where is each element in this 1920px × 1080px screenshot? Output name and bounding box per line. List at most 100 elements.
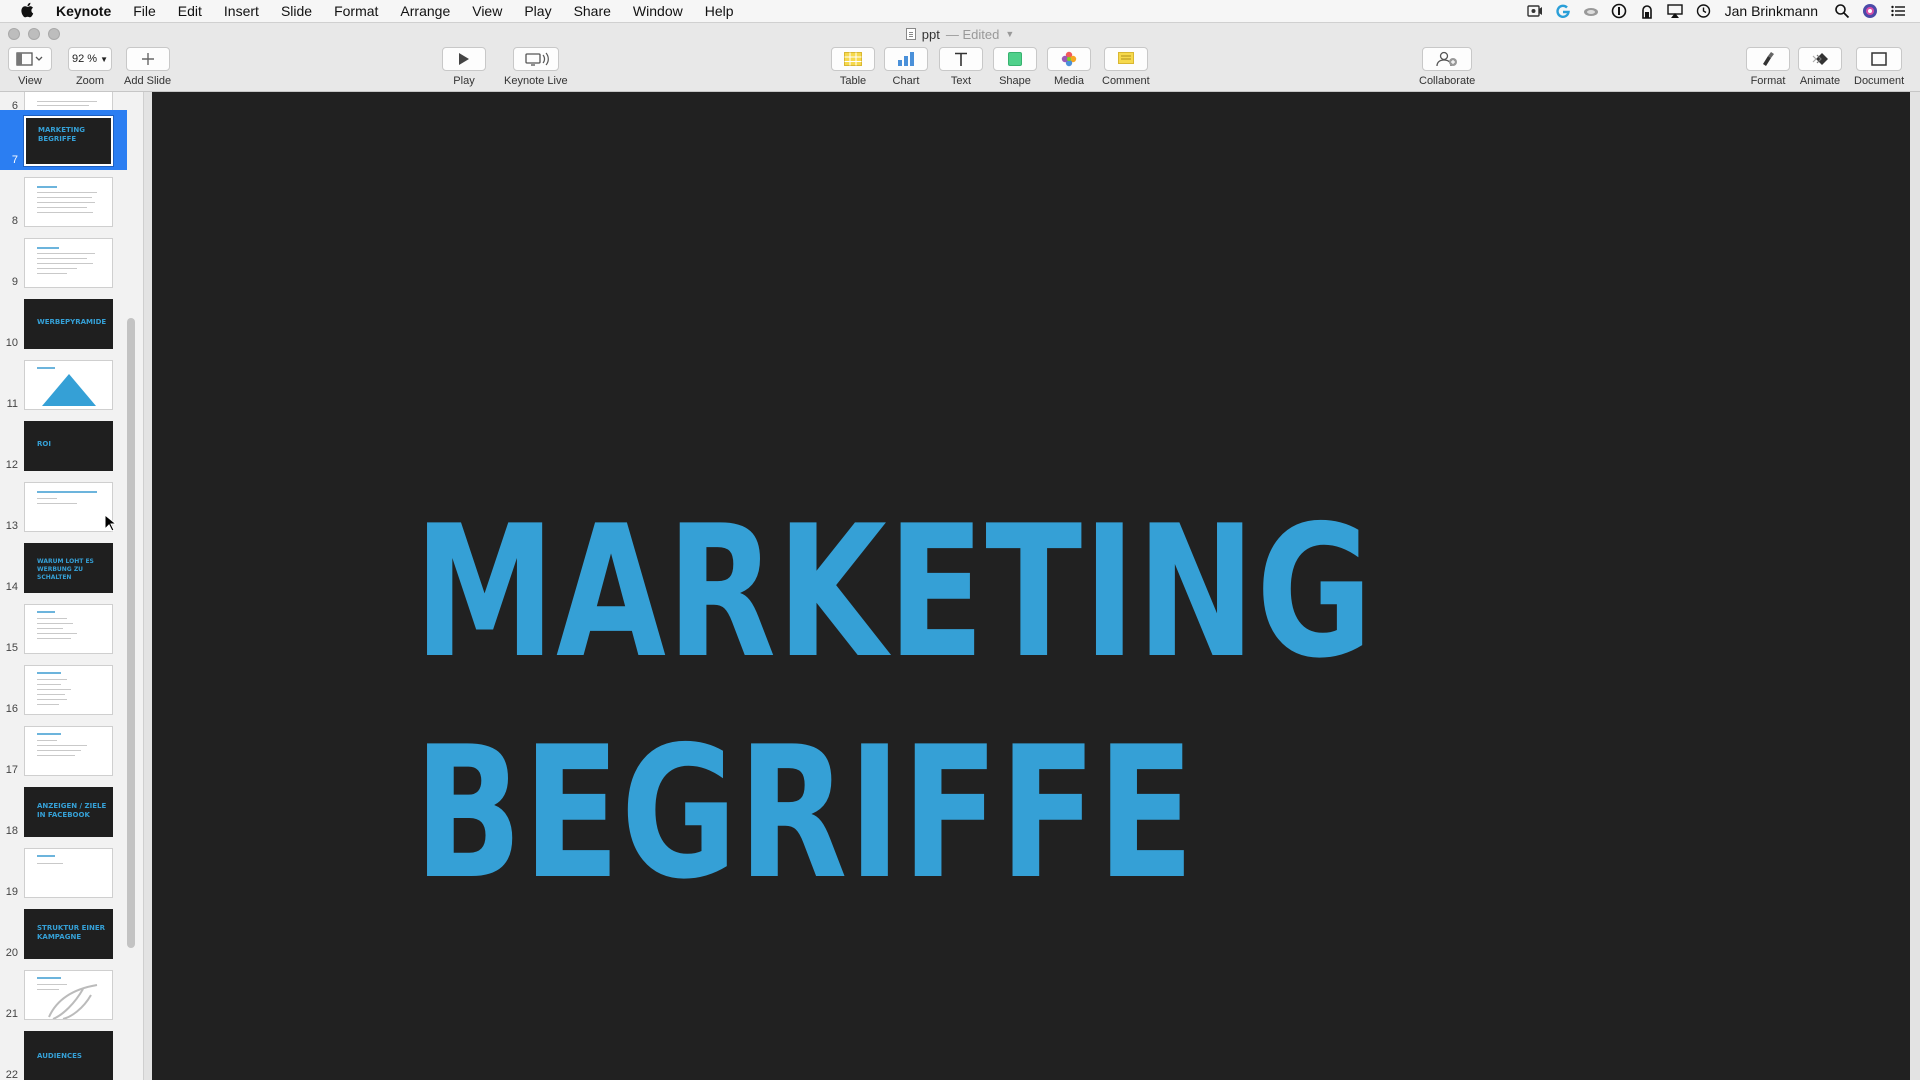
comment-label: Comment	[1102, 75, 1150, 87]
chart-control: Chart	[884, 47, 928, 87]
app-g-icon[interactable]	[1555, 3, 1571, 19]
slide-number: 11	[6, 398, 18, 410]
slide-thumbnail-10[interactable]: 10 WERBEPYRAMIDE	[0, 293, 127, 353]
document-title[interactable]: ppt — Edited ▼	[905, 26, 1015, 42]
play-control: Play	[442, 47, 486, 87]
user-name[interactable]: Jan Brinkmann	[1725, 3, 1818, 19]
table-button[interactable]	[831, 47, 875, 71]
slide-thumbnail-19[interactable]: 19	[0, 842, 127, 902]
navigator-scrollbar[interactable]	[127, 318, 135, 948]
collaborate-button[interactable]	[1422, 47, 1473, 71]
animate-button[interactable]	[1798, 47, 1842, 71]
spotlight-search-icon[interactable]	[1834, 3, 1850, 19]
slide-thumbnail-7[interactable]: 7 MARKETING BEGRIFFE	[0, 110, 127, 170]
slide-number: 16	[5, 703, 18, 715]
slide-thumbnail-20[interactable]: 20 STRUKTUR EINER KAMPAGNE	[0, 903, 127, 963]
media-button[interactable]	[1047, 47, 1091, 71]
shape-label: Shape	[999, 75, 1031, 87]
close-button[interactable]	[8, 28, 20, 40]
slide-preview	[24, 726, 113, 776]
notification-center-icon[interactable]	[1890, 3, 1906, 19]
table-label: Table	[839, 75, 867, 87]
text-button[interactable]	[939, 47, 983, 71]
slide-thumbnail-16[interactable]: 16	[0, 659, 127, 719]
menu-share[interactable]: Share	[574, 3, 611, 19]
view-button[interactable]	[8, 47, 52, 71]
media-icon	[1061, 51, 1077, 67]
slide-thumbnail-12[interactable]: 12 ROI	[0, 415, 127, 475]
slide-thumbnail-9[interactable]: 9	[0, 232, 127, 292]
comment-icon	[1117, 52, 1134, 64]
text-icon	[955, 52, 967, 66]
chart-button[interactable]	[884, 47, 928, 71]
comment-button[interactable]	[1103, 47, 1148, 71]
menu-arrange[interactable]: Arrange	[400, 3, 450, 19]
slide-number: 21	[5, 1008, 18, 1020]
slide-navigator[interactable]: 6 7 MARKETING BEGRIFFE 8 9 10 WERBEPYRAM…	[0, 92, 144, 1080]
slide-preview-title: ROI	[37, 440, 51, 448]
slide-thumbnail-15[interactable]: 15	[0, 598, 127, 658]
minimize-button[interactable]	[28, 28, 40, 40]
document-inspector-icon	[1871, 52, 1887, 66]
slide-preview: MARKETING BEGRIFFE	[23, 115, 114, 167]
shape-button[interactable]	[993, 47, 1037, 71]
slide-thumbnail-18[interactable]: 18 ANZEIGEN / ZIELE IN FACEBOOK	[0, 781, 127, 841]
watermark-logo	[48, 984, 98, 1019]
menu-slide[interactable]: Slide	[281, 3, 312, 19]
time-machine-icon[interactable]	[1695, 3, 1711, 19]
text-control: Text	[939, 47, 983, 87]
slide-title-text[interactable]: MARKETING BEGRIFFE	[414, 482, 1373, 924]
menu-edit[interactable]: Edit	[178, 3, 202, 19]
mouse-cursor-icon	[104, 514, 116, 532]
play-button[interactable]	[442, 47, 486, 71]
slide-preview	[24, 177, 113, 227]
airplay-icon[interactable]	[1666, 3, 1683, 19]
slide-preview-title: WARUM LOHT ES WERBUNG ZU SCHALTEN	[37, 558, 94, 581]
menu-view[interactable]: View	[472, 3, 502, 19]
menu-insert[interactable]: Insert	[224, 3, 259, 19]
document-status: — Edited	[945, 26, 1000, 42]
view-label: View	[18, 75, 42, 87]
pyramid-graphic	[42, 374, 96, 406]
menu-file[interactable]: File	[133, 3, 156, 19]
slide-thumbnail-8[interactable]: 8	[0, 171, 127, 231]
apple-icon[interactable]	[20, 2, 34, 18]
format-button[interactable]	[1746, 47, 1790, 71]
menu-window[interactable]: Window	[633, 3, 683, 19]
zoom-select[interactable]: 92 % ▼	[68, 47, 112, 71]
slide-thumbnail-14[interactable]: 14 WARUM LOHT ES WERBUNG ZU SCHALTEN	[0, 537, 127, 597]
shape-icon	[1008, 52, 1022, 66]
slide-canvas[interactable]: MARKETING BEGRIFFE	[152, 92, 1910, 1080]
slide-preview-title: STRUKTUR EINER KAMPAGNE	[37, 924, 106, 941]
add-slide-button[interactable]	[125, 47, 170, 71]
menu-help[interactable]: Help	[705, 3, 734, 19]
document-button[interactable]	[1856, 47, 1903, 71]
slide-canvas-area[interactable]: MARKETING BEGRIFFE	[144, 92, 1920, 1080]
keynote-live-button[interactable]	[512, 47, 559, 71]
lock-icon[interactable]	[1639, 3, 1655, 19]
cloud-icon[interactable]	[1583, 3, 1599, 19]
screen-record-icon[interactable]	[1526, 3, 1543, 19]
siri-icon[interactable]	[1862, 3, 1878, 19]
slide-number: 9	[11, 276, 18, 288]
slide-thumbnail-17[interactable]: 17	[0, 720, 127, 780]
onepassword-icon[interactable]	[1611, 3, 1627, 19]
menu-format[interactable]: Format	[334, 3, 378, 19]
slide-thumbnail-22[interactable]: 22 AUDIENCES	[0, 1025, 127, 1080]
menu-app-keynote[interactable]: Keynote	[56, 3, 111, 19]
slide-number: 7	[11, 154, 18, 166]
slide-number: 10	[5, 337, 18, 349]
slide-preview: WARUM LOHT ES WERBUNG ZU SCHALTEN	[24, 543, 113, 593]
slide-number: 8	[11, 215, 18, 227]
animate-label: Animate	[1799, 75, 1841, 87]
slide-thumbnail-21[interactable]: 21	[0, 964, 127, 1024]
menu-bar: Keynote File Edit Insert Slide Format Ar…	[0, 0, 1920, 23]
menu-play[interactable]: Play	[524, 3, 551, 19]
slide-number: 17	[5, 764, 18, 776]
chevron-down-icon: ▼	[1005, 29, 1015, 39]
text-label: Text	[950, 75, 972, 87]
zoom-window-button[interactable]	[48, 28, 60, 40]
slide-thumbnail-11[interactable]: 11	[0, 354, 127, 414]
slide-number: 18	[5, 825, 18, 837]
chart-icon	[898, 52, 914, 66]
